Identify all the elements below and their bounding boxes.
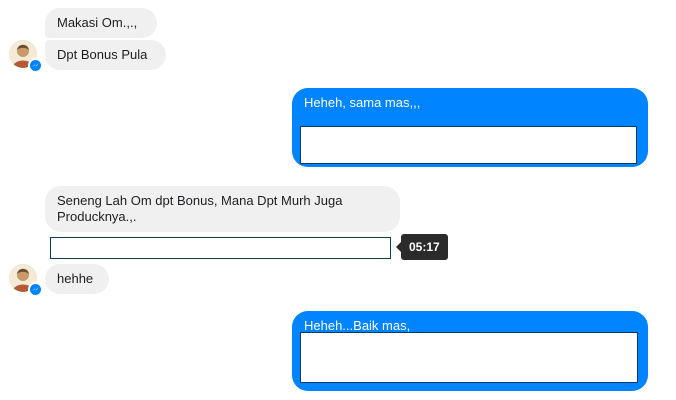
messenger-badge-icon [28,58,43,73]
messenger-badge-icon [28,282,43,297]
timestamp-tooltip: 05:17 [396,234,448,260]
message-bubble-incoming[interactable]: Seneng Lah Om dpt Bonus, Mana Dpt Murh J… [45,186,400,232]
message-text: Makasi Om.,., [57,15,138,30]
message-text: Heheh...Baik mas, [304,318,411,333]
timestamp-text: 05:17 [409,240,440,254]
message-text: hehhe [57,271,94,286]
message-bubble-incoming[interactable]: Dpt Bonus Pula [45,40,166,70]
message-bubble-incoming[interactable]: hehhe [45,264,109,294]
message-text: Dpt Bonus Pula [57,47,148,62]
message-text: Seneng Lah Om dpt Bonus, Mana Dpt Murh J… [57,193,343,224]
message-attachment-box [300,126,637,164]
reply-input[interactable] [50,237,391,259]
message-attachment-box [300,332,638,383]
message-text: Heheh, sama mas,,, [304,95,421,110]
message-bubble-incoming[interactable]: Makasi Om.,., [45,8,157,38]
